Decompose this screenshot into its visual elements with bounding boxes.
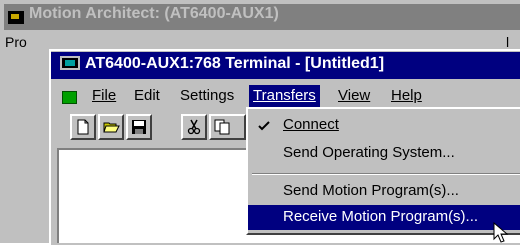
menu-item-send-os[interactable]: Send Operating System... (248, 141, 520, 165)
menu-transfers[interactable]: Transfers (249, 85, 320, 107)
open-button[interactable] (98, 114, 124, 140)
mouse-pointer-icon (493, 222, 509, 243)
send-program-label: Send Motion Program(s)... (283, 182, 459, 199)
scissors-icon (187, 119, 201, 135)
checkmark-icon (258, 121, 270, 131)
copy-button[interactable] (209, 114, 246, 140)
menu-file-label: File (92, 87, 117, 104)
new-button[interactable] (70, 114, 96, 140)
outer-menu-fragment-left[interactable]: Pro (5, 34, 27, 50)
menu-view[interactable]: View (334, 85, 374, 107)
outer-menu-fragment-right[interactable]: l (506, 34, 509, 50)
menu-edit[interactable]: Edit (130, 85, 164, 107)
save-disk-icon (132, 120, 146, 134)
send-os-label: Send Operating System... (283, 144, 455, 161)
cut-button[interactable] (181, 114, 207, 140)
menu-transfers-label: Transfers (253, 87, 316, 104)
menu-settings[interactable]: Settings (176, 85, 238, 107)
terminal-window-title: AT6400-AUX1:768 Terminal - [Untitled1] (85, 55, 385, 72)
copy-icon (214, 119, 230, 135)
menu-edit-label: Edit (134, 87, 160, 104)
menu-help[interactable]: Help (387, 85, 426, 107)
menu-settings-label: Settings (180, 87, 235, 104)
menu-item-receive-motion-program[interactable]: Receive Motion Program(s)... (248, 205, 520, 230)
terminal-icon (60, 56, 80, 70)
save-button[interactable] (126, 114, 152, 140)
connect-label: Connect (283, 116, 339, 133)
menu-separator (252, 173, 520, 175)
outer-window-title: Motion Architect: (AT6400-AUX1) (29, 5, 279, 22)
menu-help-label: Help (391, 87, 422, 104)
receive-program-label: Receive Motion Program(s)... (283, 208, 479, 225)
app-icon (7, 10, 25, 25)
open-folder-icon (103, 122, 120, 133)
menu-view-label: View (338, 87, 371, 104)
new-document-icon (77, 119, 89, 135)
menu-file[interactable]: File (88, 85, 120, 107)
menu-item-connect[interactable]: Connect (248, 113, 520, 137)
menu-item-send-motion-program[interactable]: Send Motion Program(s)... (248, 179, 520, 203)
document-menu-icon[interactable] (62, 91, 77, 104)
